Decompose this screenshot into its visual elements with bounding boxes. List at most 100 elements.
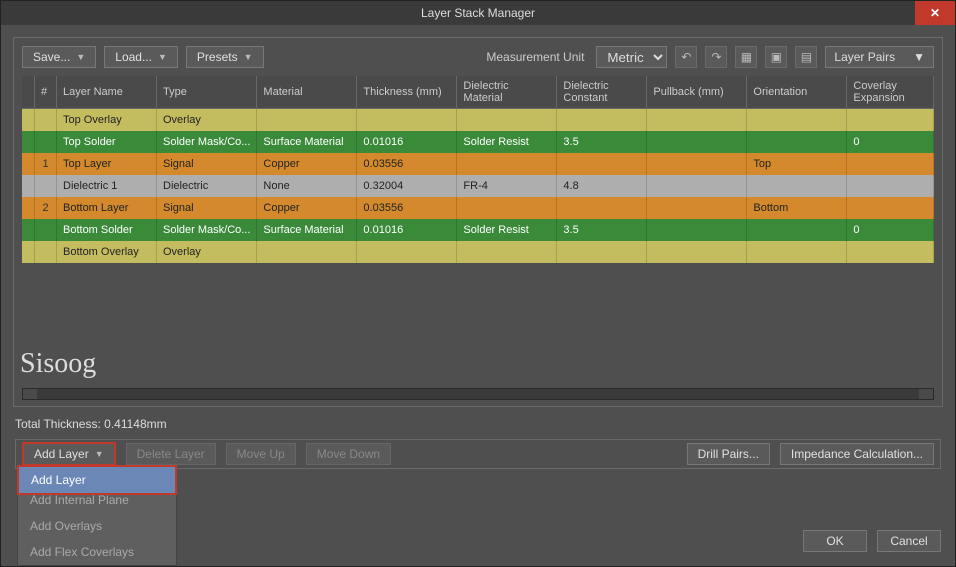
table-row[interactable]: 1Top LayerSignalCopper0.03556 Top [22,153,934,175]
impedance-calculation-button[interactable]: Impedance Calculation... [780,443,934,465]
table-cell[interactable]: Top Overlay [57,109,157,131]
table-cell[interactable] [647,109,747,131]
move-up-button[interactable]: Move Up [226,443,296,465]
table-cell[interactable] [847,153,934,175]
table-cell[interactable] [847,175,934,197]
table-cell[interactable] [357,109,457,131]
measurement-unit-select[interactable]: Metric [596,46,667,68]
table-cell[interactable] [22,131,35,153]
table-cell[interactable] [747,241,847,263]
table-cell[interactable] [847,197,934,219]
table-cell[interactable] [22,175,35,197]
table-cell[interactable]: 0.01016 [357,219,457,241]
menu-add-overlays[interactable]: Add Overlays [18,513,176,539]
table-row[interactable]: Bottom SolderSolder Mask/Co...Surface Ma… [22,219,934,241]
table-cell[interactable] [22,219,35,241]
table-cell[interactable]: Top [747,153,847,175]
table-cell[interactable]: 3.5 [557,219,647,241]
delete-layer-button[interactable]: Delete Layer [126,443,216,465]
table-cell[interactable] [35,219,57,241]
table-cell[interactable]: 0.32004 [357,175,457,197]
table-cell[interactable] [22,241,35,263]
table-cell[interactable] [457,241,557,263]
col-layer-name[interactable]: Layer Name [57,76,157,109]
undo-icon[interactable]: ↶ [675,46,697,68]
table-cell[interactable] [35,131,57,153]
presets-button[interactable]: Presets ▼ [186,46,264,68]
table-cell[interactable] [747,175,847,197]
table-cell[interactable]: Solder Resist [457,219,557,241]
table-cell[interactable]: Solder Mask/Co... [157,219,257,241]
horizontal-scrollbar[interactable] [22,388,934,400]
table-cell[interactable]: Solder Resist [457,131,557,153]
tool-icon-3[interactable]: ▤ [795,46,817,68]
table-cell[interactable]: 1 [35,153,57,175]
col-index[interactable]: # [35,76,57,109]
table-cell[interactable]: Dielectric [157,175,257,197]
load-button[interactable]: Load... ▼ [104,46,178,68]
tool-icon-2[interactable]: ▣ [765,46,787,68]
col-coverlay[interactable]: Coverlay Expansion [847,76,934,109]
table-cell[interactable] [557,109,647,131]
col-pullback[interactable]: Pullback (mm) [647,76,747,109]
cancel-button[interactable]: Cancel [877,530,941,552]
table-cell[interactable] [647,219,747,241]
move-down-button[interactable]: Move Down [306,443,391,465]
col-dielectric-constant[interactable]: Dielectric Constant [557,76,647,109]
col-material[interactable]: Material [257,76,357,109]
table-cell[interactable] [647,131,747,153]
table-cell[interactable] [35,241,57,263]
table-cell[interactable]: 0.03556 [357,197,457,219]
table-cell[interactable] [357,241,457,263]
col-orientation[interactable]: Orientation [747,76,847,109]
table-cell[interactable] [457,197,557,219]
menu-add-layer[interactable]: Add Layer [19,467,175,493]
table-cell[interactable] [647,153,747,175]
table-cell[interactable] [747,219,847,241]
table-cell[interactable] [847,241,934,263]
table-row[interactable]: Bottom OverlayOverlay [22,241,934,263]
save-button[interactable]: Save... ▼ [22,46,96,68]
table-cell[interactable]: Signal [157,153,257,175]
table-cell[interactable]: Surface Material [257,131,357,153]
table-cell[interactable] [257,241,357,263]
table-cell[interactable]: Overlay [157,241,257,263]
table-cell[interactable] [647,241,747,263]
table-cell[interactable]: 0 [847,131,934,153]
table-cell[interactable] [457,109,557,131]
table-cell[interactable]: Top Solder [57,131,157,153]
drill-pairs-button[interactable]: Drill Pairs... [687,443,770,465]
table-cell[interactable]: Top Layer [57,153,157,175]
table-cell[interactable] [35,175,57,197]
table-cell[interactable] [557,153,647,175]
table-cell[interactable]: None [257,175,357,197]
table-row[interactable]: Top SolderSolder Mask/Co...Surface Mater… [22,131,934,153]
ok-button[interactable]: OK [803,530,867,552]
col-type[interactable]: Type [157,76,257,109]
col-dielectric-material[interactable]: Dielectric Material [457,76,557,109]
table-cell[interactable] [35,109,57,131]
table-cell[interactable]: 0.01016 [357,131,457,153]
table-cell[interactable]: 3.5 [557,131,647,153]
table-cell[interactable]: 0.03556 [357,153,457,175]
table-row[interactable]: 2Bottom LayerSignalCopper0.03556Bottom [22,197,934,219]
table-cell[interactable] [22,197,35,219]
table-cell[interactable] [847,109,934,131]
table-cell[interactable] [557,197,647,219]
table-cell[interactable] [647,197,747,219]
table-cell[interactable]: 0 [847,219,934,241]
table-cell[interactable] [257,109,357,131]
menu-add-flex-coverlays[interactable]: Add Flex Coverlays [18,539,176,565]
table-cell[interactable] [22,109,35,131]
add-layer-button[interactable]: Add Layer ▼ [22,442,116,466]
table-cell[interactable] [747,131,847,153]
table-cell[interactable] [747,109,847,131]
table-cell[interactable]: Solder Mask/Co... [157,131,257,153]
table-cell[interactable]: Bottom Layer [57,197,157,219]
table-cell[interactable]: Copper [257,153,357,175]
table-cell[interactable]: Dielectric 1 [57,175,157,197]
layer-pairs-dropdown[interactable]: Layer Pairs ▼ [825,46,934,68]
table-cell[interactable]: Copper [257,197,357,219]
table-cell[interactable] [557,241,647,263]
table-cell[interactable]: 2 [35,197,57,219]
